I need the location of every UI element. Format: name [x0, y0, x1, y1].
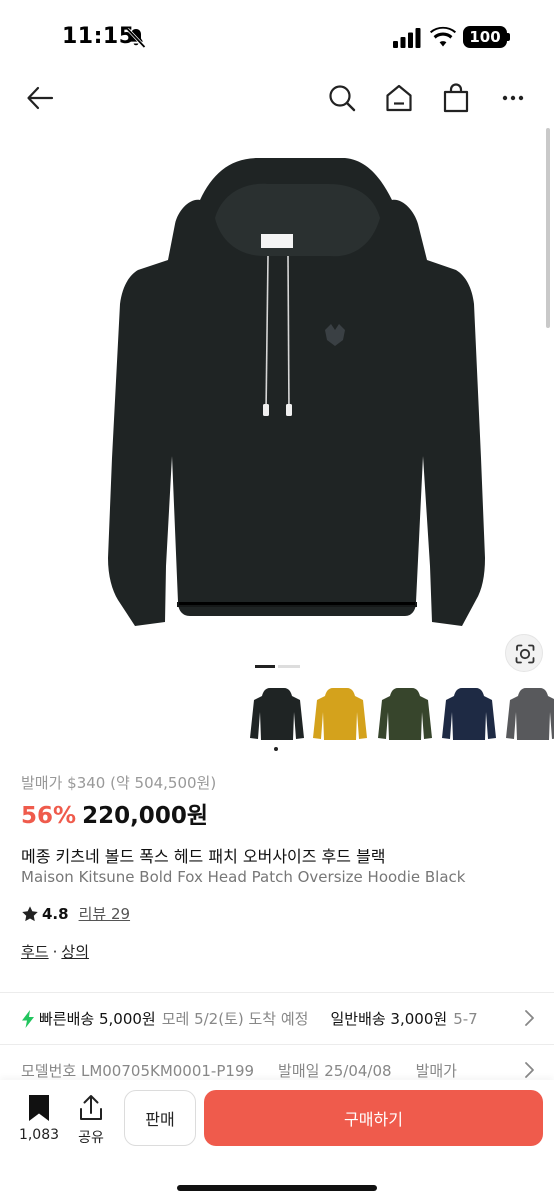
discount-rate: 56% — [21, 803, 77, 829]
price-row: 56% 220,000원 — [21, 796, 208, 830]
sale-price: 220,000원 — [82, 803, 208, 829]
pager-active — [255, 665, 275, 668]
star-icon — [22, 905, 38, 921]
color-thumb-khaki[interactable] — [376, 682, 434, 744]
search-icon[interactable] — [326, 82, 358, 114]
product-title-korean: 메종 키츠네 볼드 폭스 헤드 패치 오버사이즈 후드 블랙 — [21, 847, 386, 866]
color-thumb-black[interactable] — [248, 682, 306, 744]
pager-inactive — [278, 665, 300, 668]
product-image-carousel[interactable] — [0, 128, 554, 678]
rating-score: 4.8 — [42, 904, 69, 923]
page-scrollbar[interactable] — [546, 128, 550, 328]
sell-button[interactable]: 판매 — [124, 1090, 196, 1146]
bookmark-icon — [29, 1095, 49, 1121]
more-options-icon[interactable] — [497, 82, 529, 114]
normal-shipping-eta: 5-7 — [453, 1009, 478, 1028]
bottom-action-bar: 1,083 공유 판매 구매하기 — [0, 1080, 554, 1200]
share-icon — [80, 1095, 102, 1120]
product-title-english: Maison Kitsune Bold Fox Head Patch Overs… — [21, 868, 466, 886]
home-icon[interactable] — [383, 82, 415, 114]
color-thumb-mustard[interactable] — [311, 682, 369, 744]
color-thumb-grey[interactable] — [504, 682, 554, 744]
category-link-hood[interactable]: 후드 — [21, 943, 49, 961]
home-indicator — [177, 1185, 377, 1191]
image-pager — [255, 665, 300, 668]
image-search-lens-icon[interactable] — [505, 634, 543, 672]
bookmark-count: 1,083 — [18, 1127, 60, 1143]
section-divider — [0, 992, 554, 993]
shipping-row[interactable]: 빠른배송 5,000원 모레 5/2(토) 도착 예정 일반배송 3,000원 … — [21, 1008, 541, 1029]
bookmark-button[interactable]: 1,083 — [14, 1094, 64, 1148]
back-arrow-icon[interactable] — [24, 82, 56, 114]
original-price: 발매가 $340 (약 504,500원) — [21, 774, 217, 792]
battery-tip — [507, 33, 510, 41]
model-number: 모델번호 LM00705KM0001-P199 — [21, 1062, 255, 1080]
section-divider — [0, 1044, 554, 1045]
status-bar: 11:15 100 — [0, 0, 554, 72]
battery-indicator: 100 — [463, 26, 507, 48]
wifi-icon — [430, 26, 456, 48]
reviews-link[interactable]: 리뷰 29 — [79, 903, 130, 924]
cellular-signal-icon — [393, 28, 421, 48]
rating-row: 4.8 리뷰 29 — [21, 903, 130, 924]
chevron-right-icon[interactable] — [522, 1060, 536, 1080]
top-nav — [0, 72, 554, 124]
color-thumb-navy[interactable] — [440, 682, 498, 744]
share-label: 공유 — [78, 1130, 104, 1146]
bell-off-icon — [124, 26, 148, 50]
category-breadcrumb: 후드 · 상의 — [21, 941, 89, 962]
buy-button[interactable]: 구매하기 — [204, 1090, 543, 1146]
category-link-top[interactable]: 상의 — [61, 943, 89, 961]
normal-shipping-label: 일반배송 3,000원 — [330, 1010, 448, 1028]
release-date: 발매일 25/04/08 — [278, 1062, 392, 1080]
hoodie-product-image — [108, 158, 485, 626]
lightning-icon — [22, 1009, 34, 1028]
spec-row[interactable]: 모델번호 LM00705KM0001-P199 발매일 25/04/08 발매가 — [21, 1060, 511, 1081]
category-separator: · — [52, 943, 58, 961]
selected-color-indicator — [274, 747, 278, 751]
release-price-label: 발매가 — [415, 1062, 457, 1080]
share-button[interactable]: 공유 — [70, 1094, 112, 1148]
color-variant-list — [248, 682, 554, 762]
fast-shipping-eta: 모레 5/2(토) 도착 예정 — [161, 1010, 309, 1028]
shopping-bag-icon[interactable] — [440, 82, 472, 114]
chevron-right-icon[interactable] — [522, 1008, 536, 1028]
fast-shipping-label: 빠른배송 5,000원 — [39, 1010, 156, 1028]
